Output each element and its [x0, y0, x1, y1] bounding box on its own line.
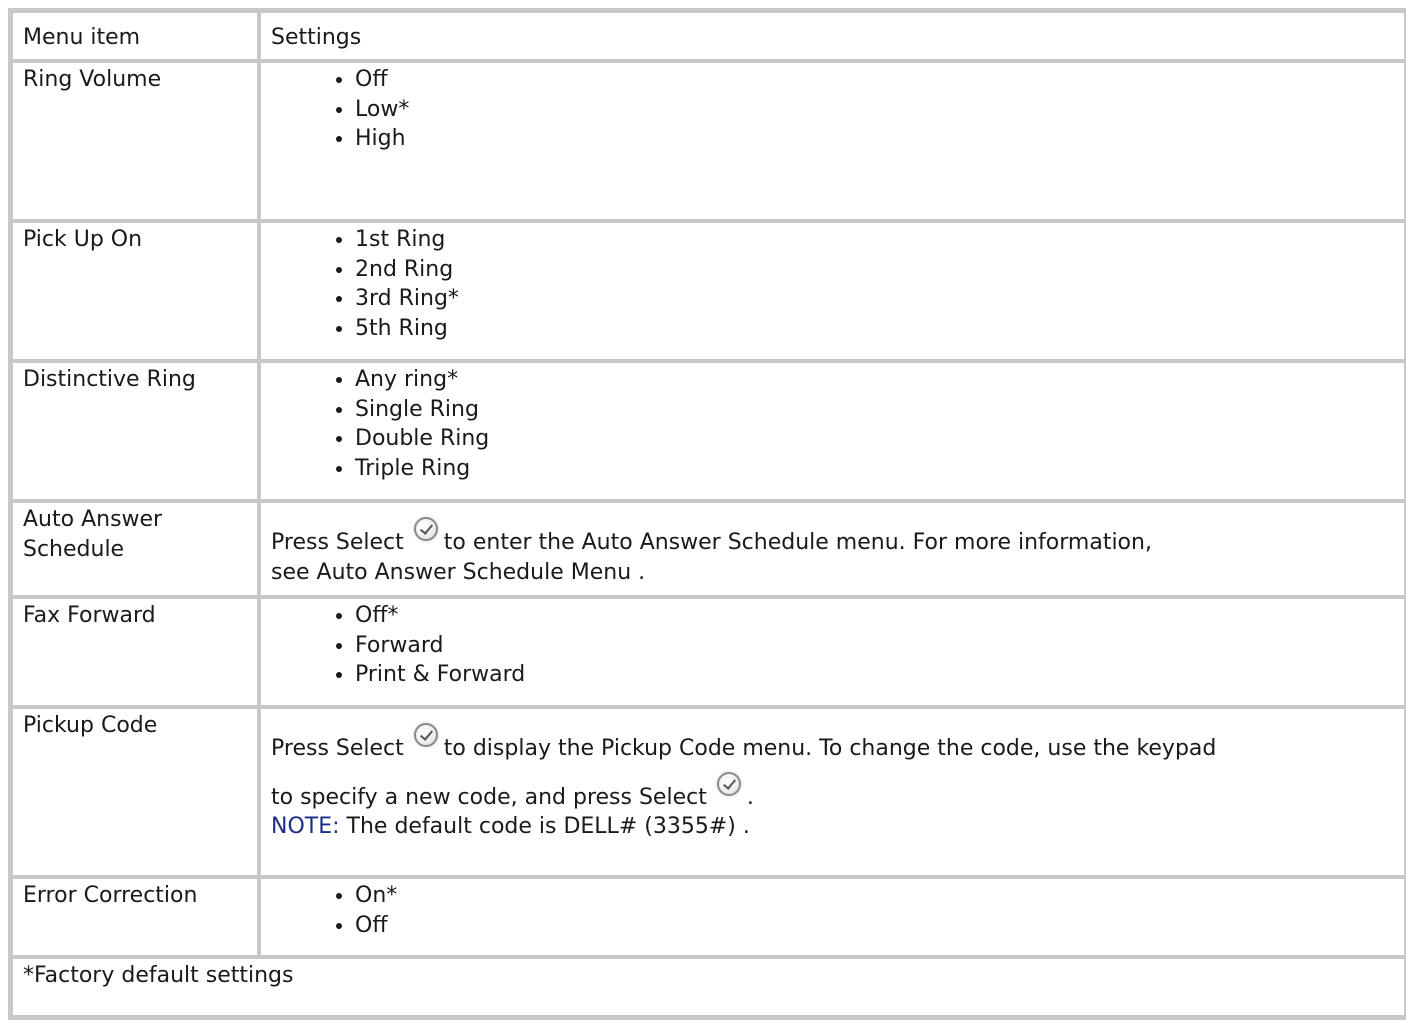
- options-list: Off Low* High: [271, 65, 1394, 154]
- footnote-text: *Factory default settings: [11, 957, 1406, 1017]
- table-row-distinctive-ring: Distinctive Ring Any ring* Single Ring D…: [11, 361, 1406, 501]
- option-item: Print & Forward: [355, 660, 1394, 690]
- table-row-pickup-code: Pickup Code Press Select to display the P…: [11, 707, 1406, 877]
- option-item: High: [355, 124, 1394, 154]
- text-segment: to display the Pickup Code menu. To chan…: [443, 736, 1217, 761]
- option-item: On*: [355, 881, 1394, 911]
- settings-cell: On* Off: [259, 877, 1406, 957]
- text-segment: see: [271, 559, 310, 585]
- option-item: 1st Ring: [355, 225, 1394, 255]
- text-segment: Press Select: [271, 530, 404, 555]
- text-segment: .: [746, 784, 754, 810]
- description-text: Press Select to enter the Auto Answer Sch…: [271, 517, 1394, 558]
- note-text: NOTE: The default code is DELL# (3355#) …: [271, 812, 1394, 842]
- menu-item-label: Distinctive Ring: [11, 361, 259, 501]
- option-item: Forward: [355, 631, 1394, 661]
- text-segment: to specify a new code, and press Select: [271, 784, 707, 810]
- options-list: Any ring* Single Ring Double Ring Triple…: [271, 365, 1394, 483]
- select-checkmark-icon: [716, 771, 741, 796]
- table-row-ring-volume: Ring Volume Off Low* High: [11, 61, 1406, 221]
- settings-cell: Press Select to display the Pickup Code m…: [259, 707, 1406, 877]
- note-body: The default code is DELL# (3355#) .: [346, 814, 750, 840]
- table-row-fax-forward: Fax Forward Off* Forward Print & Forward: [11, 597, 1406, 707]
- menu-item-label: Fax Forward: [11, 597, 259, 707]
- option-item: Any ring*: [355, 365, 1394, 395]
- menu-item-label: Pick Up On: [11, 221, 259, 361]
- option-item: Low*: [355, 95, 1394, 125]
- option-item: Single Ring: [355, 395, 1394, 425]
- label-line: Schedule: [23, 536, 125, 562]
- settings-cell: Off* Forward Print & Forward: [259, 597, 1406, 707]
- description-text: see Auto Answer Schedule Menu .: [271, 558, 1394, 588]
- option-item: Off*: [355, 601, 1394, 631]
- table-row-pick-up-on: Pick Up On 1st Ring 2nd Ring 3rd Ring* 5…: [11, 221, 1406, 361]
- auto-answer-schedule-link[interactable]: Auto Answer Schedule Menu: [317, 560, 632, 585]
- description-text: to specify a new code, and press Select.: [271, 771, 1394, 813]
- header-menu-item: Menu item: [11, 11, 259, 61]
- text-segment: to enter the Auto Answer Schedule menu. …: [443, 530, 1152, 555]
- table-row-auto-answer-schedule: Auto Answer Schedule Press Select to ente…: [11, 501, 1406, 597]
- options-list: 1st Ring 2nd Ring 3rd Ring* 5th Ring: [271, 225, 1394, 343]
- table-footnote-row: *Factory default settings: [11, 957, 1406, 1017]
- option-item: 3rd Ring*: [355, 284, 1394, 314]
- option-item: 5th Ring: [355, 314, 1394, 344]
- description-text: Press Select to display the Pickup Code m…: [271, 723, 1394, 764]
- settings-cell: Press Select to enter the Auto Answer Sch…: [259, 501, 1406, 597]
- menu-settings-table: Menu item Settings Ring Volume Off Low* …: [8, 8, 1406, 1020]
- label-line: Auto Answer: [23, 507, 163, 532]
- menu-item-label: Auto Answer Schedule: [11, 501, 259, 597]
- menu-item-label: Ring Volume: [11, 61, 259, 221]
- header-settings: Settings: [259, 11, 1406, 61]
- options-list: On* Off: [271, 881, 1394, 940]
- option-item: 2nd Ring: [355, 255, 1394, 285]
- options-list: Off* Forward Print & Forward: [271, 601, 1394, 690]
- text-segment: .: [638, 559, 646, 585]
- note-label: NOTE:: [271, 814, 340, 840]
- option-item: Triple Ring: [355, 454, 1394, 484]
- table-row-error-correction: Error Correction On* Off: [11, 877, 1406, 957]
- option-item: Double Ring: [355, 424, 1394, 454]
- option-item: Off: [355, 65, 1394, 95]
- menu-item-label: Pickup Code: [11, 707, 259, 877]
- table-header-row: Menu item Settings: [11, 11, 1406, 61]
- select-checkmark-icon: [413, 723, 438, 747]
- text-segment: Press Select: [271, 736, 404, 761]
- option-item: Off: [355, 911, 1394, 941]
- settings-cell: Any ring* Single Ring Double Ring Triple…: [259, 361, 1406, 501]
- select-checkmark-icon: [413, 517, 438, 541]
- menu-item-label: Error Correction: [11, 877, 259, 957]
- settings-cell: 1st Ring 2nd Ring 3rd Ring* 5th Ring: [259, 221, 1406, 361]
- settings-cell: Off Low* High: [259, 61, 1406, 221]
